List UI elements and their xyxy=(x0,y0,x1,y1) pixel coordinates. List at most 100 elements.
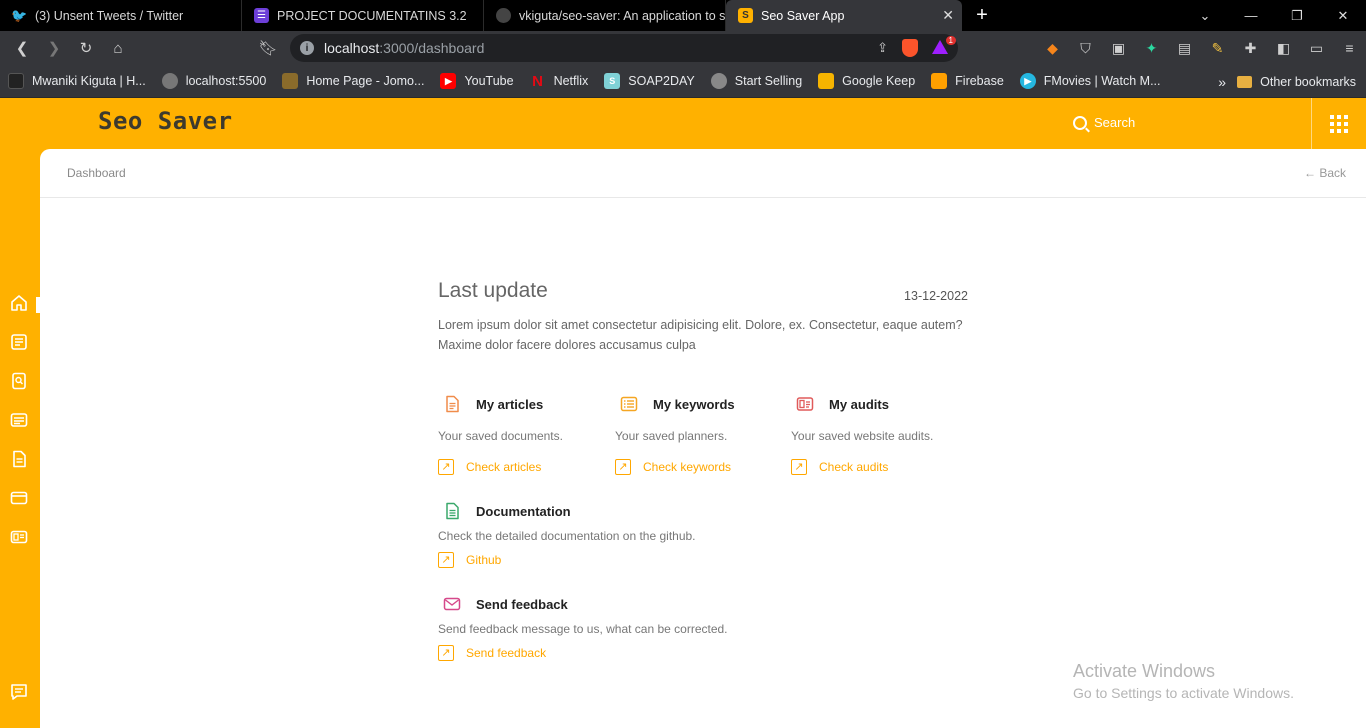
menu-icon[interactable]: ≡ xyxy=(1333,40,1366,56)
reload-icon[interactable]: ↻ xyxy=(70,31,102,65)
brave-shields-icon[interactable] xyxy=(902,39,918,57)
chevron-down-icon[interactable]: ⌄ xyxy=(1182,0,1228,31)
breadcrumb-bar: Dashboard ← Back xyxy=(40,149,1366,198)
sidebar-search-doc-icon[interactable] xyxy=(10,372,28,390)
card-description: Check the detailed documentation on the … xyxy=(438,529,696,543)
link-label: Check articles xyxy=(466,460,542,474)
bookmark-item[interactable]: Firebase xyxy=(923,65,1012,98)
bookmark-label: SOAP2DAY xyxy=(628,74,695,88)
card-title: Send feedback xyxy=(476,596,568,612)
brave-rewards-icon[interactable]: 1 xyxy=(932,36,956,56)
bookmark-label: Start Selling xyxy=(734,74,803,88)
bookmark-item[interactable]: localhost:5500 xyxy=(154,65,275,98)
sidebar-feedback-icon[interactable] xyxy=(10,683,28,701)
clipboard-icon[interactable]: ▤ xyxy=(1168,40,1201,57)
twitter-icon: 🐦 xyxy=(11,7,28,23)
sidebar-card-icon[interactable] xyxy=(10,489,28,507)
metamask-icon[interactable]: ◆ xyxy=(1036,40,1069,57)
extension-green-icon[interactable]: ✦ xyxy=(1135,40,1168,57)
app-root: Seo Saver Search Dashboard ← Back Last u… xyxy=(0,98,1366,728)
bookmark-item[interactable]: Home Page - Jomo... xyxy=(274,65,432,98)
last-update-date: 13-12-2022 xyxy=(904,289,968,303)
forward-arrow-icon[interactable]: ❯ xyxy=(38,31,70,65)
brand-logo[interactable]: Seo Saver xyxy=(98,107,233,135)
wallet-icon[interactable]: ▭ xyxy=(1300,40,1333,57)
new-tab-button[interactable]: + xyxy=(962,0,1002,31)
pen-icon[interactable]: ✎ xyxy=(1201,40,1234,57)
external-link-icon: ↗ xyxy=(438,459,454,475)
info-icon[interactable]: i xyxy=(300,41,314,55)
tab-twitter[interactable]: 🐦 (3) Unsent Tweets / Twitter xyxy=(0,0,242,31)
address-bar[interactable]: i localhost:3000/dashboard ⇪ 1 xyxy=(290,34,958,62)
bookmark-label: Home Page - Jomo... xyxy=(306,74,425,88)
card-description: Your saved website audits. xyxy=(791,429,934,443)
sidebar-home-icon[interactable] xyxy=(10,294,28,312)
check-articles-link[interactable]: ↗ Check articles xyxy=(438,459,541,475)
tab-project-docs[interactable]: ☰ PROJECT DOCUMENTATINS 3.2 xyxy=(242,0,484,31)
bookmark-label: Mwaniki Kiguta | H... xyxy=(32,74,146,88)
folder-icon xyxy=(1237,75,1253,88)
search-label: Search xyxy=(1094,115,1136,130)
site-icon xyxy=(282,73,299,89)
card-title: Documentation xyxy=(476,503,571,519)
bookmark-item[interactable]: N Netflix xyxy=(522,65,597,98)
keep-icon xyxy=(818,73,835,89)
puzzle-icon[interactable]: ✚ xyxy=(1234,40,1267,57)
bookmark-icon[interactable]: 🔖︎ xyxy=(252,31,284,65)
external-link-icon: ↗ xyxy=(791,459,807,475)
apps-grid-icon[interactable] xyxy=(1330,115,1348,133)
sidebar-articles-icon[interactable] xyxy=(10,333,28,351)
window-icon[interactable]: ▣ xyxy=(1102,40,1135,57)
arrow-left-icon: ← xyxy=(1303,166,1316,180)
tab-title: Seo Saver App xyxy=(761,8,845,23)
app-header: Seo Saver Search xyxy=(0,98,1366,149)
link-label: Github xyxy=(466,553,502,567)
divider xyxy=(1311,98,1312,149)
bookmark-label: Netflix xyxy=(553,74,589,88)
restore-button[interactable]: ❐ xyxy=(1274,0,1320,31)
globe-icon xyxy=(710,73,727,89)
bookmark-item[interactable]: ▶ YouTube xyxy=(432,65,521,98)
window-controls: ⌄ — ❐ ✕ xyxy=(1182,0,1366,31)
share-icon[interactable]: ⇪ xyxy=(877,40,888,56)
check-keywords-link[interactable]: ↗ Check keywords xyxy=(615,459,731,475)
back-label: Back xyxy=(1319,166,1346,180)
sidebar-icon[interactable]: ◧ xyxy=(1267,40,1300,57)
bookmark-label: localhost:5500 xyxy=(185,74,267,88)
tab-seo-saver[interactable]: S Seo Saver App ✕ xyxy=(726,0,962,31)
external-link-icon: ↗ xyxy=(438,552,454,568)
card-description: Your saved planners. xyxy=(615,429,728,443)
shield-icon[interactable]: ⛉ xyxy=(1069,40,1102,57)
back-link[interactable]: ← Back xyxy=(1304,166,1346,180)
document-icon xyxy=(443,395,461,413)
card-title: My articles xyxy=(476,396,544,412)
bookmark-label: YouTube xyxy=(464,74,514,88)
close-window-button[interactable]: ✕ xyxy=(1320,0,1366,31)
send-feedback-link[interactable]: ↗ Send feedback xyxy=(438,645,546,661)
bookmark-item[interactable]: ▶ FMovies | Watch M... xyxy=(1012,65,1169,98)
sidebar-audits-icon[interactable] xyxy=(10,528,28,546)
sidebar-keywords-icon[interactable] xyxy=(10,411,28,429)
check-audits-link[interactable]: ↗ Check audits xyxy=(791,459,888,475)
minimize-button[interactable]: — xyxy=(1228,0,1274,31)
bookmark-item[interactable]: S SOAP2DAY xyxy=(596,65,702,98)
bookmark-item[interactable]: Start Selling xyxy=(703,65,810,98)
other-bookmarks[interactable]: Other bookmarks xyxy=(1237,65,1356,98)
back-arrow-icon[interactable]: ❮ xyxy=(6,31,38,65)
search-button[interactable]: Search xyxy=(1073,115,1135,130)
tab-github[interactable]: vkiguta/seo-saver: An application to sto… xyxy=(484,0,726,31)
sidebar xyxy=(0,149,40,728)
link-label: Check keywords xyxy=(643,460,732,474)
bookmark-item[interactable]: Google Keep xyxy=(810,65,923,98)
play-icon: ▶ xyxy=(1019,73,1036,89)
github-link[interactable]: ↗ Github xyxy=(438,552,501,568)
bookmark-item[interactable]: Mwaniki Kiguta | H... xyxy=(0,65,154,98)
home-icon[interactable]: ⌂ xyxy=(102,31,134,65)
seo-saver-icon: S xyxy=(738,8,753,23)
close-icon[interactable]: ✕ xyxy=(942,7,954,24)
more-bookmarks-icon[interactable]: » xyxy=(1218,65,1226,98)
extensions-area: ◆ ⛉ ▣ ✦ ▤ ✎ ✚ ◧ ▭ ≡ xyxy=(1036,31,1366,65)
breadcrumb[interactable]: Dashboard xyxy=(67,166,126,180)
sidebar-document-icon[interactable] xyxy=(10,450,28,468)
link-label: Check audits xyxy=(819,460,889,474)
